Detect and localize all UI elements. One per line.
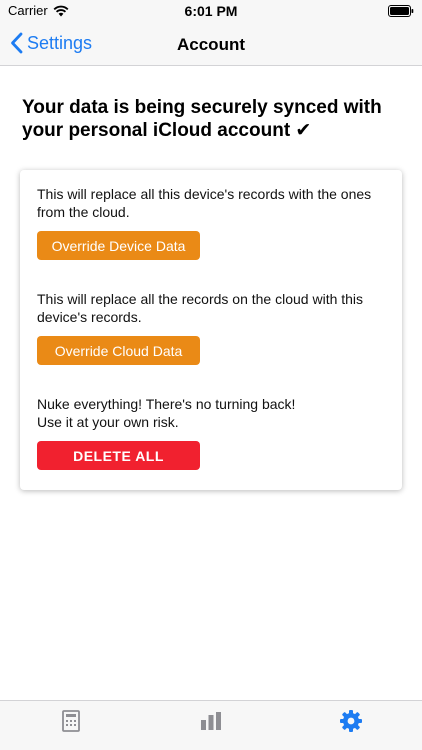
gear-icon[interactable]: [339, 709, 363, 733]
status-bar: Carrier 6:01 PM: [0, 0, 422, 22]
bar-chart-icon[interactable]: [199, 709, 223, 733]
override-cloud-description: This will replace all the records on the…: [37, 291, 364, 325]
override-device-data-button[interactable]: Override Device Data: [37, 231, 200, 260]
override-cloud-data-button[interactable]: Override Cloud Data: [37, 336, 200, 365]
nuke-description: Nuke everything! There's no turning back…: [37, 396, 387, 431]
data-actions-card: This will replace all this device's reco…: [20, 170, 402, 490]
override-device-description: This will replace all this device's reco…: [37, 186, 372, 220]
sync-status-headline: Your data is being securely synced with …: [22, 97, 382, 141]
nuke-description-line2: Use it at your own risk.: [37, 413, 179, 430]
battery-icon: [388, 5, 414, 17]
tab-bar: [0, 700, 422, 750]
nuke-description-line1: Nuke everything! There's no turning back…: [37, 396, 296, 412]
status-time: 6:01 PM: [184, 3, 238, 19]
calculator-icon[interactable]: [59, 709, 83, 733]
navigation-bar: Settings Account: [0, 22, 422, 66]
delete-all-button[interactable]: DELETE ALL: [37, 441, 200, 470]
page-title: Account: [177, 35, 245, 54]
